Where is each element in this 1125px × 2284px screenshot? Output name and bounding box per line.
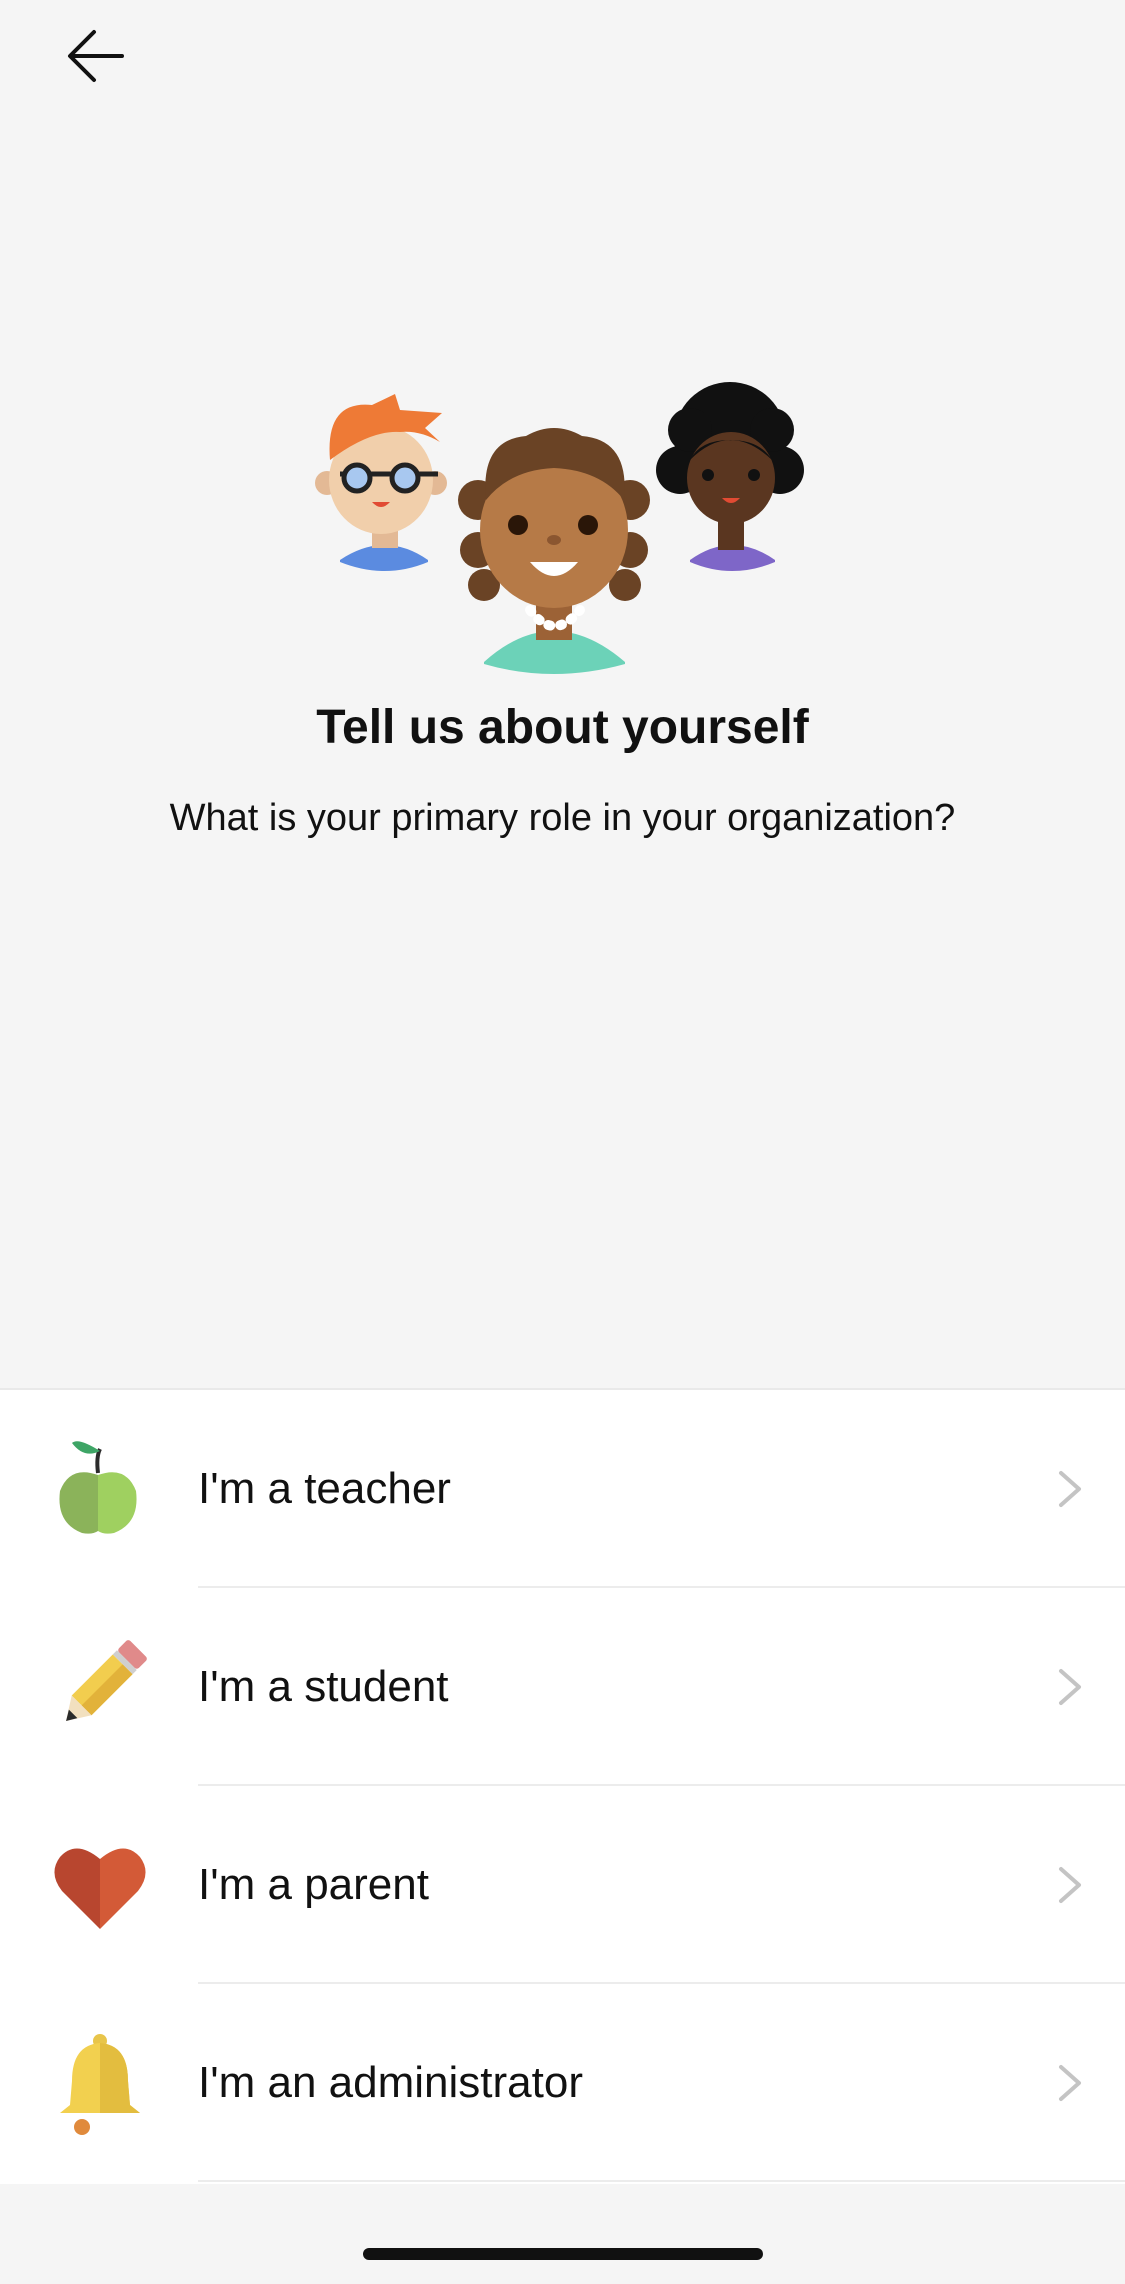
chevron-right-icon <box>1059 1471 1081 1507</box>
role-option-parent[interactable]: I'm a parent <box>0 1786 1125 1984</box>
role-label: I'm a student <box>198 1662 449 1711</box>
apple-icon <box>59 1441 137 1534</box>
role-list: I'm a teacher I'm a student I'm a parent… <box>0 1388 1125 2184</box>
avatar-girl <box>656 382 804 571</box>
page-title: Tell us about yourself <box>316 701 809 754</box>
row-divider <box>198 2180 1125 2182</box>
role-option-administrator[interactable]: I'm an administrator <box>0 1984 1125 2182</box>
role-label: I'm an administrator <box>198 2058 583 2107</box>
bell-icon <box>60 2034 140 2135</box>
chevron-right-icon <box>1059 1669 1081 1705</box>
pencil-icon <box>66 1640 147 1721</box>
role-option-teacher[interactable]: I'm a teacher <box>0 1390 1125 1588</box>
page-subtitle: What is your primary role in your organi… <box>169 797 956 839</box>
arrow-left-icon <box>68 30 124 82</box>
chevron-right-icon <box>1059 1867 1081 1903</box>
hero-illustration <box>0 380 1125 680</box>
avatar-woman <box>458 428 650 674</box>
role-label: I'm a parent <box>198 1860 429 1909</box>
home-indicator <box>363 2248 763 2260</box>
heart-icon <box>54 1848 146 1929</box>
role-option-student[interactable]: I'm a student <box>0 1588 1125 1786</box>
avatar-boy <box>315 394 447 571</box>
back-button[interactable] <box>56 16 136 96</box>
chevron-right-icon <box>1059 2065 1081 2101</box>
role-label: I'm a teacher <box>198 1464 451 1513</box>
